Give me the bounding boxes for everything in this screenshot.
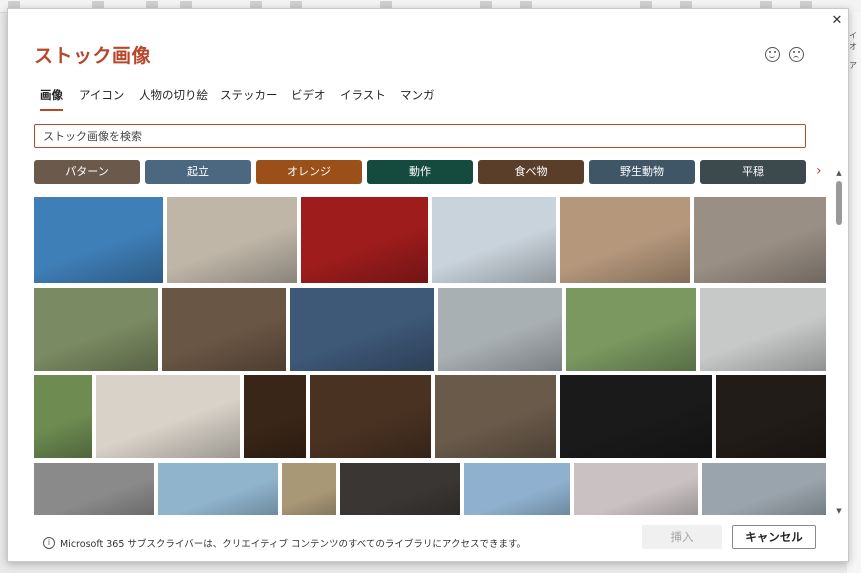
image-woman-lying-bed[interactable]	[96, 375, 240, 458]
frown-icon[interactable]	[789, 47, 804, 62]
image-grid	[34, 197, 826, 515]
image-skyscraper[interactable]	[34, 197, 163, 283]
chip-orange[interactable]: オレンジ	[256, 160, 362, 184]
chip-food[interactable]: 食べ物	[478, 160, 584, 184]
scroll-down-icon[interactable]: ▼	[835, 507, 843, 515]
chip-label: オレンジ	[287, 165, 331, 178]
subscriber-info-text: Microsoft 365 サブスクライバーは、クリエイティブ コンテンツのすべ…	[60, 539, 527, 550]
chip-label: 動作	[409, 165, 431, 178]
image-rocket-launch[interactable]	[244, 375, 306, 458]
image-woman-drinking-tea[interactable]	[34, 288, 158, 371]
search-input[interactable]	[35, 126, 783, 147]
image-grid-scrollbar[interactable]: ▲ ▼	[835, 169, 843, 515]
image-statue-sky[interactable]	[464, 463, 570, 515]
tab-stickers[interactable]: ステッカー	[220, 87, 278, 103]
dialog-title: ストック画像	[34, 45, 152, 67]
image-beach-walk[interactable]	[158, 463, 278, 515]
scroll-up-icon[interactable]: ▲	[835, 169, 843, 177]
close-icon[interactable]: ✕	[827, 11, 847, 31]
image-red-theater-seats[interactable]	[301, 197, 428, 283]
image-baguettes[interactable]	[435, 375, 556, 458]
chip-label: 食べ物	[514, 165, 548, 178]
background-label: ア	[849, 61, 857, 70]
background-app-edge: イオ ア	[847, 12, 861, 573]
scrollbar-thumb[interactable]	[836, 181, 842, 225]
chip-action[interactable]: 動作	[367, 160, 473, 184]
stock-images-dialog: ✕ ストック画像 画像 アイコン 人物の切り絵 ステッカー ビデオ イラスト マ…	[7, 8, 849, 562]
chip-pattern[interactable]: パターン	[34, 160, 140, 184]
image-pastry-closeup[interactable]	[162, 288, 286, 371]
smile-icon[interactable]	[765, 47, 780, 62]
image-barber[interactable]	[340, 463, 460, 515]
background-label: イオ	[849, 31, 857, 51]
image-autumn-trees-lake[interactable]	[566, 288, 696, 371]
chevron-right-icon[interactable]: ›	[816, 163, 822, 179]
search-box	[34, 124, 806, 148]
insert-button[interactable]: 挿入	[642, 525, 722, 549]
info-icon: i	[43, 537, 55, 549]
suggestion-chips: パターン 起立 オレンジ 動作 食べ物 野生動物 平穏	[34, 160, 814, 184]
image-lens-ball-bokeh[interactable]	[310, 375, 431, 458]
tab-images[interactable]: 画像	[40, 87, 63, 111]
dialog-footer: i Microsoft 365 サブスクライバーは、クリエイティブ コンテンツの…	[8, 515, 848, 561]
chip-wildlife[interactable]: 野生動物	[589, 160, 695, 184]
tab-illustrations[interactable]: イラスト	[340, 87, 386, 103]
tab-manga[interactable]: マンガ	[400, 87, 435, 103]
image-tiara[interactable]	[560, 375, 712, 458]
image-icy-lake-dusk[interactable]	[290, 288, 434, 371]
image-piano-keys[interactable]	[574, 463, 698, 515]
image-wedding-couple-walking[interactable]	[694, 197, 826, 283]
chip-calm[interactable]: 平穏	[700, 160, 806, 184]
image-hillside-village[interactable]	[282, 463, 336, 515]
image-spiral-staircase[interactable]	[34, 463, 154, 515]
chip-label: 野生動物	[620, 165, 664, 178]
image-yoga-mat[interactable]	[438, 288, 562, 371]
image-cow-field[interactable]	[34, 375, 92, 458]
image-ballet-stage[interactable]	[716, 375, 826, 458]
chip-label: パターン	[65, 165, 109, 178]
cancel-button[interactable]: キャンセル	[732, 525, 816, 549]
tab-videos[interactable]: ビデオ	[291, 87, 326, 103]
chip-label: 平穏	[742, 165, 764, 178]
image-man-in-kitchen[interactable]	[700, 288, 826, 371]
image-businesswoman-city[interactable]	[702, 463, 826, 515]
image-man-writing-desk[interactable]	[167, 197, 297, 283]
image-mother-kissing-child[interactable]	[560, 197, 690, 283]
tab-icons[interactable]: アイコン	[79, 87, 124, 103]
chip-label: 起立	[187, 165, 209, 178]
tab-cutout-people[interactable]: 人物の切り絵	[139, 87, 208, 103]
chip-standing[interactable]: 起立	[145, 160, 251, 184]
image-medical-team[interactable]	[432, 197, 556, 283]
